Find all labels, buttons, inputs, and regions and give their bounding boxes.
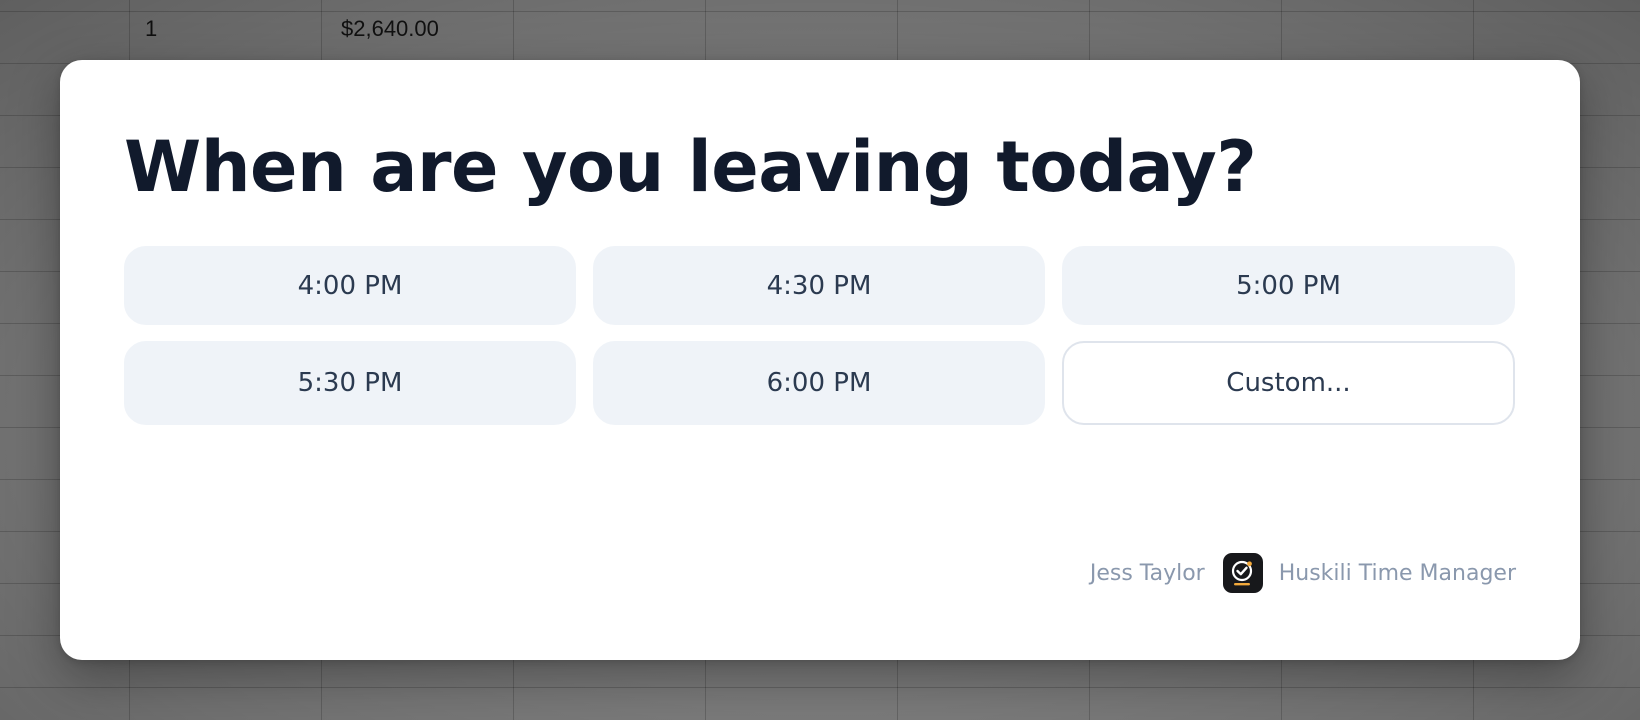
- dialog-footer: Jess Taylor Huskili Time Manager: [1090, 552, 1516, 594]
- option-430pm-button[interactable]: 4:30 PM: [593, 246, 1045, 325]
- leave-time-dialog: When are you leaving today? 4:00 PM 4:30…: [60, 60, 1580, 660]
- cell-amount: $2,640.00: [341, 16, 439, 41]
- check-clock-icon: [1222, 553, 1263, 593]
- option-500pm-button[interactable]: 5:00 PM: [1062, 246, 1515, 325]
- time-options-grid: 4:00 PM 4:30 PM 5:00 PM 5:30 PM 6:00 PM …: [124, 246, 1515, 425]
- option-400pm-button[interactable]: 4:00 PM: [124, 246, 576, 325]
- dialog-title: When are you leaving today?: [124, 126, 1257, 208]
- user-name: Jess Taylor: [1089, 560, 1205, 586]
- option-600pm-button[interactable]: 6:00 PM: [593, 341, 1045, 425]
- cell-row-number: 1: [145, 16, 158, 41]
- option-530pm-button[interactable]: 5:30 PM: [124, 341, 576, 425]
- option-custom-button[interactable]: Custom...: [1062, 341, 1515, 425]
- app-name: Huskili Time Manager: [1278, 560, 1516, 586]
